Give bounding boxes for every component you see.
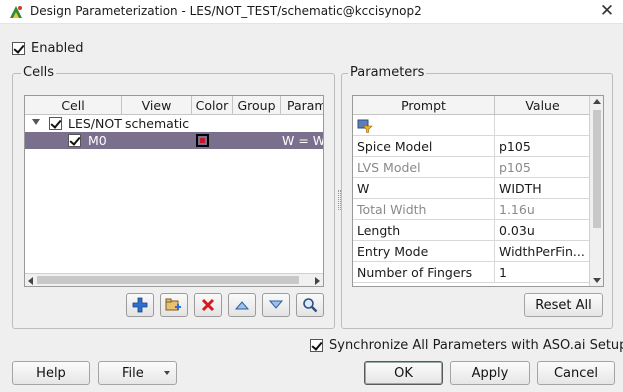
scroll-down-icon[interactable] [593, 278, 601, 283]
move-down-icon [268, 300, 284, 309]
file-menu-button[interactable]: File [98, 361, 177, 385]
instance-checkbox[interactable] [68, 134, 81, 147]
parameters-group-label: Parameters [348, 65, 427, 80]
tree-row-cell[interactable]: LES/NOT schematic [25, 115, 323, 132]
scroll-thumb[interactable] [37, 276, 299, 284]
param-prompt: Entry Mode [353, 241, 495, 262]
add-group-icon [165, 298, 181, 311]
zoom-button[interactable] [296, 293, 324, 317]
instance-name: M0 [88, 133, 107, 148]
param-row-number-of-fingers[interactable]: Number of Fingers 1 [353, 262, 590, 283]
tree-row-instance[interactable]: M0 W = W [25, 132, 323, 149]
column-header-value[interactable]: Value [495, 96, 590, 115]
cells-table-header: Cell View Color Group Param [25, 96, 323, 115]
dropdown-arrow-icon [164, 371, 170, 375]
param-prompt: Spice Model [353, 136, 495, 157]
param-value[interactable]: WidthPerFin... [495, 241, 590, 262]
close-icon[interactable]: ✕ [597, 1, 617, 21]
parameters-vertical-scrollbar[interactable] [589, 96, 603, 286]
param-value[interactable]: WIDTH [495, 178, 590, 199]
cells-tree-table[interactable]: Cell View Color Group Param LES/NOT sche… [24, 95, 324, 287]
enabled-checkbox[interactable] [12, 42, 25, 55]
help-button[interactable]: Help [12, 361, 90, 385]
zoom-icon [303, 298, 318, 313]
column-header-group[interactable]: Group [233, 96, 281, 115]
param-row-spice-model[interactable]: Spice Model p105 [353, 136, 590, 157]
param-prompt: Total Width [353, 199, 495, 220]
add-group-button[interactable] [160, 293, 188, 317]
cell-view: schematic [125, 116, 190, 131]
scroll-right-icon[interactable] [315, 277, 320, 285]
sync-label: Synchronize All Parameters with ASO.ai S… [329, 338, 623, 353]
column-header-color[interactable]: Color [192, 96, 233, 115]
param-prompt: Number of Fingers [353, 262, 495, 283]
color-swatch[interactable] [196, 134, 209, 147]
window-title: Design Parameterization - LES/NOT_TEST/s… [30, 4, 422, 18]
param-row-entry-mode[interactable]: Entry Mode WidthPerFin... [353, 241, 590, 262]
filter-icon[interactable] [357, 119, 373, 133]
param-value: 1.16u [499, 202, 535, 217]
param-row-w[interactable]: W WIDTH [353, 178, 590, 199]
instance-param: W = W [282, 133, 324, 148]
column-header-param[interactable]: Param [281, 96, 323, 115]
scroll-up-icon[interactable] [593, 99, 601, 104]
expand-arrow-icon[interactable] [32, 119, 40, 125]
scroll-left-icon[interactable] [28, 277, 33, 285]
column-header-view[interactable]: View [122, 96, 192, 115]
scroll-thumb[interactable] [593, 110, 601, 228]
add-button[interactable] [126, 293, 154, 317]
column-header-cell[interactable]: Cell [25, 96, 122, 115]
column-header-prompt[interactable]: Prompt [353, 96, 495, 115]
param-prompt: W [353, 178, 495, 199]
enabled-label: Enabled [31, 41, 84, 56]
param-value[interactable]: 0.03u [495, 220, 590, 241]
apply-button[interactable]: Apply [450, 361, 530, 385]
parameters-table-header: Prompt Value [353, 96, 590, 115]
param-value[interactable]: p105 [495, 136, 590, 157]
sync-checkbox[interactable] [310, 339, 323, 352]
filter-value-cell[interactable] [495, 115, 590, 136]
cells-group-label: Cells [21, 65, 57, 80]
app-icon [10, 6, 22, 18]
reset-all-button[interactable]: Reset All [524, 293, 603, 317]
move-up-icon [234, 301, 250, 310]
param-row-length[interactable]: Length 0.03u [353, 220, 590, 241]
delete-button[interactable] [194, 293, 222, 317]
delete-icon [201, 298, 215, 312]
sync-checkbox-row[interactable]: Synchronize All Parameters with ASO.ai S… [310, 338, 623, 353]
param-row-total-width[interactable]: Total Width 1.16u [353, 199, 590, 220]
param-value[interactable]: 1 [495, 262, 590, 283]
parameters-table[interactable]: Prompt Value Spice Model p105 LVS Model … [352, 95, 604, 287]
move-down-button[interactable] [262, 293, 290, 317]
file-label: File [122, 365, 144, 381]
enabled-checkbox-row[interactable]: Enabled [12, 41, 84, 56]
move-up-button[interactable] [228, 293, 256, 317]
cell-checkbox[interactable] [49, 117, 62, 130]
param-row-lvs-model[interactable]: LVS Model p105 [353, 157, 590, 178]
param-prompt: Length [353, 220, 495, 241]
param-value: p105 [499, 160, 531, 175]
cell-name: LES/NOT [68, 116, 122, 131]
filter-row[interactable] [353, 115, 590, 136]
filter-prompt-cell[interactable] [353, 115, 495, 136]
ok-button[interactable]: OK [364, 361, 443, 385]
cells-horizontal-scrollbar[interactable] [25, 273, 323, 286]
cancel-button[interactable]: Cancel [537, 361, 615, 385]
param-prompt: LVS Model [353, 157, 495, 178]
title-bar: Design Parameterization - LES/NOT_TEST/s… [0, 0, 623, 24]
add-icon [132, 297, 148, 313]
